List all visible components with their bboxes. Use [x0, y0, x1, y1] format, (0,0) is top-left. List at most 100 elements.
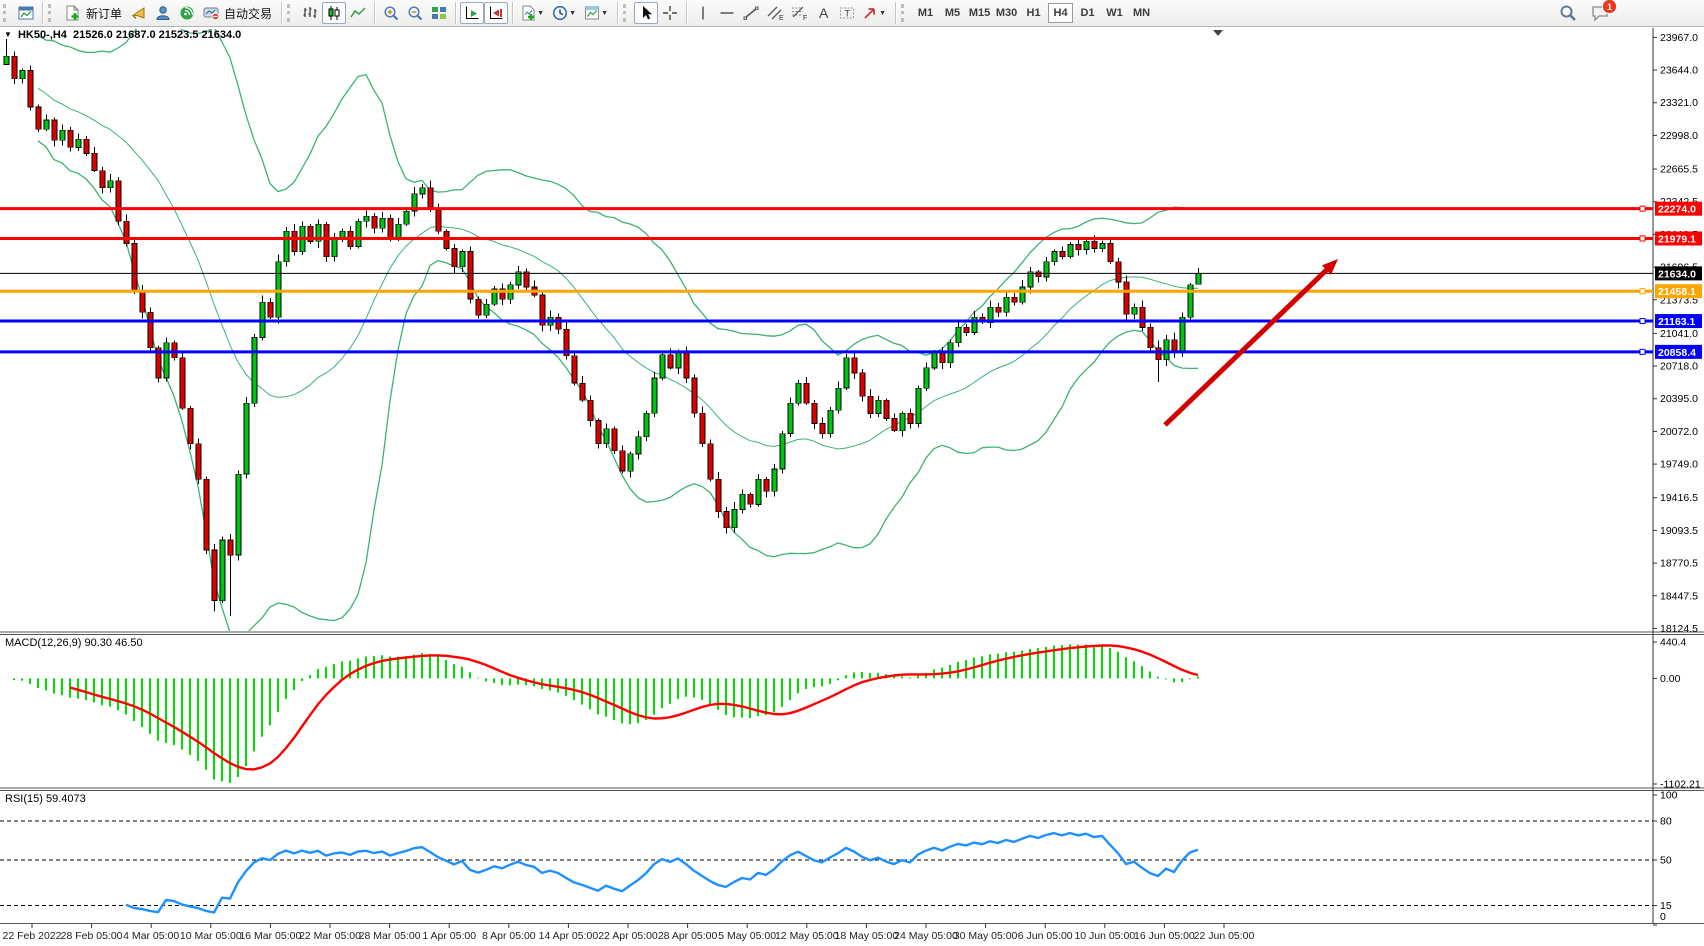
svg-text:E: E	[779, 15, 784, 21]
fibonacci-button[interactable]: F	[787, 2, 811, 24]
vertical-line-button[interactable]	[691, 2, 715, 24]
search-button[interactable]	[1556, 2, 1580, 24]
arrows-button[interactable]: ▼	[859, 2, 891, 24]
zoom-out-button[interactable]	[403, 2, 427, 24]
auto-trading-label[interactable]: 自动交易	[224, 5, 272, 22]
bar-chart-button[interactable]	[298, 2, 322, 24]
text-button[interactable]: A	[811, 2, 835, 24]
timeframe-h1[interactable]: H1	[1021, 3, 1046, 23]
chart-canvas[interactable]: 23967.023644.023321.022998.022665.522342…	[0, 0, 1704, 946]
price-axis-label: 21041.0	[1660, 328, 1698, 340]
app-window-button[interactable]	[14, 2, 38, 24]
signal-icon	[179, 5, 195, 21]
candlestick-icon	[326, 5, 342, 21]
candles	[4, 39, 1201, 616]
news-button[interactable]	[175, 2, 199, 24]
macd-indicator	[6, 644, 1198, 783]
macd-axis-label: 440.4	[1660, 637, 1686, 649]
macd-axis-label: 0.00	[1660, 673, 1681, 685]
svg-text:20858.4: 20858.4	[1658, 347, 1696, 359]
date-axis-label: 22 Mar 05:00	[299, 930, 361, 942]
price-line-21634.0[interactable]: 21634.0	[0, 266, 1702, 280]
price-axis-label: 20718.0	[1660, 361, 1698, 373]
date-axis-label: 22 Feb 2022	[3, 930, 62, 942]
svg-text:T: T	[845, 9, 851, 19]
low-value: 21523.5	[159, 29, 199, 41]
timeframe-w1[interactable]: W1	[1102, 3, 1127, 23]
indicators-button[interactable]: ▼	[517, 2, 549, 24]
timeframe-m5[interactable]: M5	[940, 3, 965, 23]
fibonacci-icon: F	[791, 5, 808, 21]
toolbar-drag-handle[interactable]	[3, 4, 11, 22]
crosshair-button[interactable]	[658, 2, 682, 24]
rsi-axis-label: 50	[1660, 855, 1672, 867]
date-axis-label: 1 Apr 05:00	[422, 930, 476, 942]
indicators-icon	[520, 5, 536, 21]
price-axis-label: 19416.5	[1660, 492, 1698, 504]
timeframe-h4[interactable]: H4	[1048, 3, 1073, 23]
rsi-line	[126, 833, 1198, 913]
price-line-21458.1[interactable]: 21458.1	[0, 284, 1702, 298]
auto-scroll-icon	[464, 5, 480, 21]
line-chart-button[interactable]	[346, 2, 370, 24]
date-axis-label: 22 Apr 05:00	[598, 930, 658, 942]
date-axis-label: 28 Feb 05:00	[61, 930, 123, 942]
price-axis-label: 20072.0	[1660, 426, 1698, 438]
date-axis-label: 16 Mar 05:00	[239, 930, 301, 942]
tile-windows-icon	[431, 5, 447, 21]
accounts-button[interactable]	[151, 2, 175, 24]
price-line-22274.0[interactable]: 22274.0	[0, 202, 1702, 216]
tile-windows-button[interactable]	[427, 2, 451, 24]
auto-trading-button[interactable]	[199, 2, 223, 24]
price-line-21979.1[interactable]: 21979.1	[0, 231, 1702, 245]
date-axis-label: 6 Jun 05:00	[1018, 930, 1073, 942]
channel-icon: E	[767, 5, 784, 21]
user-icon	[155, 5, 171, 21]
rsi-indicator-label: RSI(15) 59.4073	[5, 793, 86, 805]
chart-shift-button[interactable]	[484, 2, 508, 24]
price-axis-label: 22665.5	[1660, 164, 1698, 176]
horizontal-line-button[interactable]	[715, 2, 739, 24]
price-line-21163.1[interactable]: 21163.1	[0, 314, 1702, 328]
text-label-button[interactable]: T	[835, 2, 859, 24]
price-axis-label: 23644.0	[1660, 65, 1698, 77]
date-axis-label: 28 Apr 05:00	[658, 930, 718, 942]
zoom-out-icon	[407, 5, 424, 22]
candlestick-chart-button[interactable]	[322, 2, 346, 24]
zoom-in-icon	[383, 5, 400, 22]
timeframe-mn[interactable]: MN	[1129, 3, 1154, 23]
rsi-axis-label: 100	[1660, 790, 1678, 802]
arrow-tool-icon	[862, 5, 878, 21]
new-order-button[interactable]	[59, 2, 85, 24]
chevron-down-icon[interactable]: ▼	[4, 30, 12, 39]
timeframe-m1[interactable]: M1	[913, 3, 938, 23]
app-icon	[18, 5, 34, 21]
timeframe-m30[interactable]: M30	[994, 3, 1019, 23]
trendline-icon	[743, 5, 759, 21]
sounds-button[interactable]	[127, 2, 151, 24]
svg-text:21634.0: 21634.0	[1658, 268, 1696, 280]
templates-button[interactable]: ▼	[581, 2, 613, 24]
timeframe-d1[interactable]: D1	[1075, 3, 1100, 23]
trendline-button[interactable]	[739, 2, 763, 24]
new-order-label[interactable]: 新订单	[86, 5, 122, 22]
svg-text:A: A	[819, 5, 829, 21]
chat-badge: 1	[1602, 0, 1617, 14]
cursor-button[interactable]	[634, 2, 658, 24]
price-axis-label: 18770.5	[1660, 558, 1698, 570]
equidistant-channel-button[interactable]: E	[763, 2, 787, 24]
price-axis-label: 20395.0	[1660, 393, 1698, 405]
svg-text:22274.0: 22274.0	[1658, 204, 1696, 216]
toolbar: 新订单 自动交易	[0, 0, 1704, 27]
date-axis-label: 18 May 05:00	[835, 930, 899, 942]
date-axis-label: 5 May 05:00	[718, 930, 776, 942]
ohlc-bars-icon	[302, 5, 318, 21]
chat-button[interactable]: 1	[1588, 2, 1612, 24]
auto-scroll-button[interactable]	[460, 2, 484, 24]
price-axis-label: 23967.0	[1660, 32, 1698, 44]
timeframe-m15[interactable]: M15	[967, 3, 992, 23]
zoom-in-button[interactable]	[379, 2, 403, 24]
chart-shift-marker[interactable]	[1213, 30, 1223, 36]
date-axis-label: 16 Jun 05:00	[1134, 930, 1195, 942]
periods-button[interactable]: ▼	[549, 2, 581, 24]
